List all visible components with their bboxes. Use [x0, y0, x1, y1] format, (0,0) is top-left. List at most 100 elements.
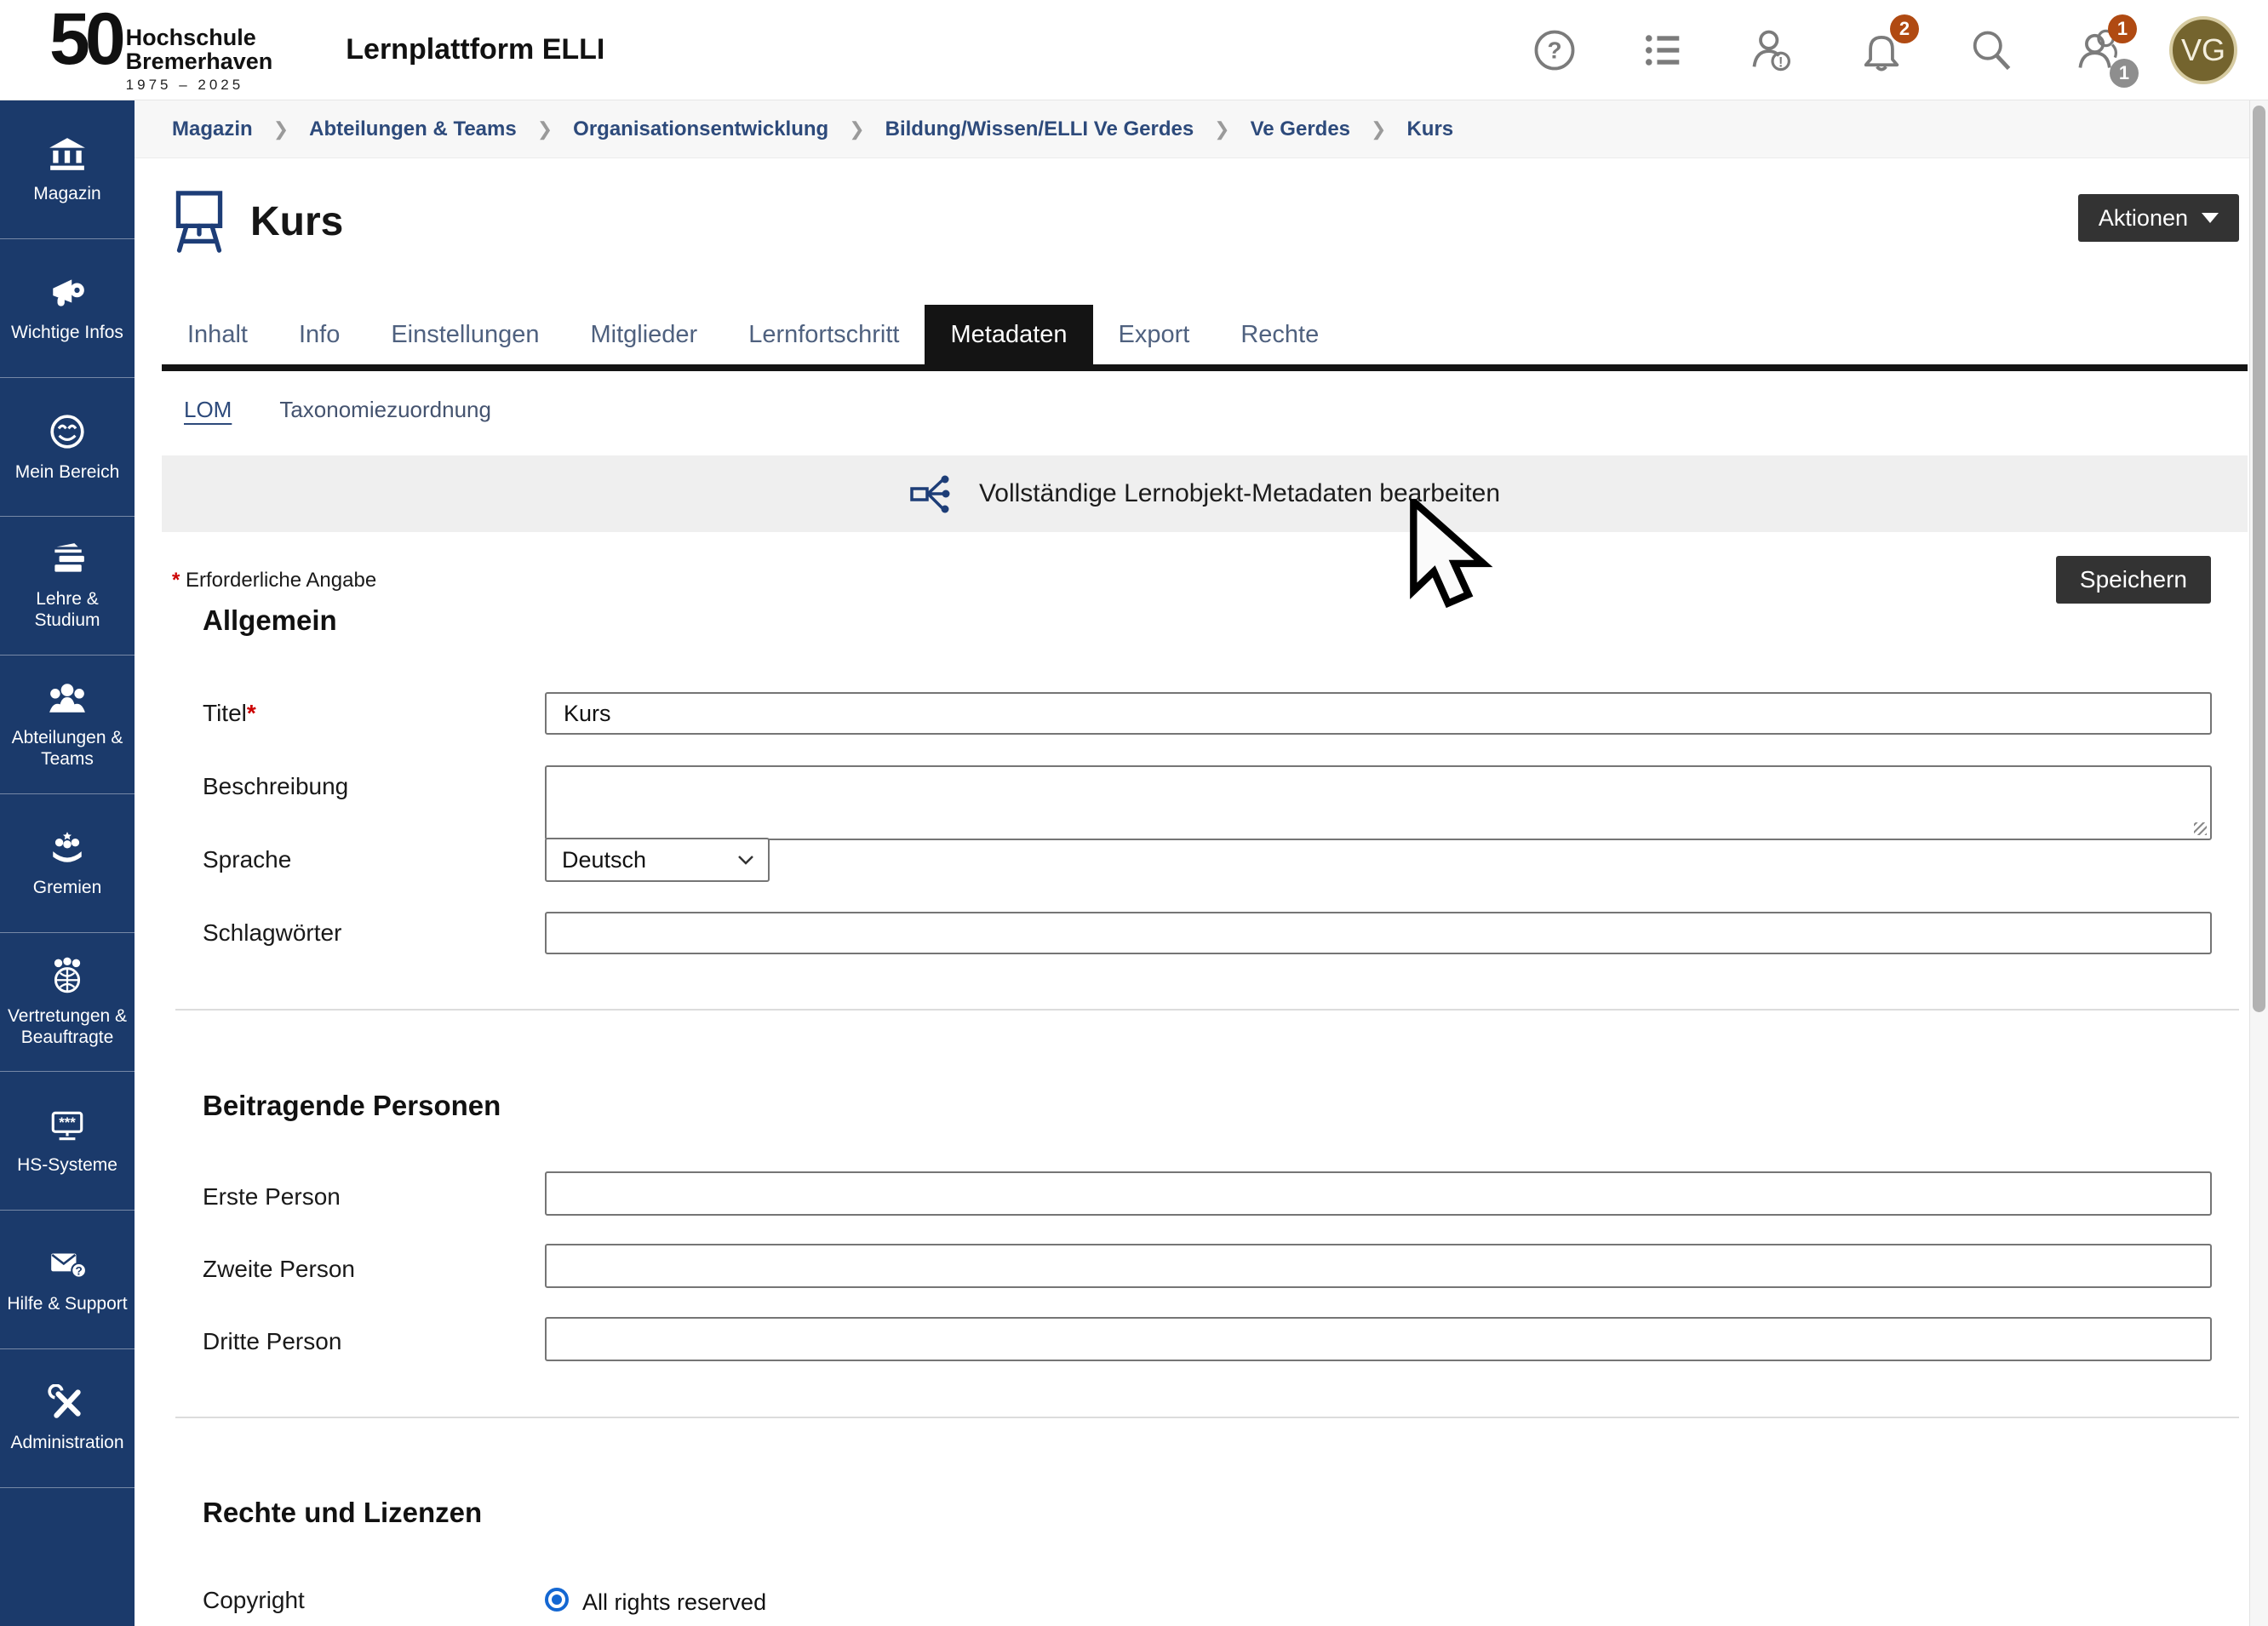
textarea-resize-handle[interactable] — [2194, 822, 2207, 835]
sub-tab-bar: LOM Taxonomiezuordnung — [184, 397, 491, 423]
tab-einstellungen[interactable]: Einstellungen — [365, 305, 564, 364]
sidebar-item-magazin[interactable]: Magazin — [0, 100, 135, 239]
notifications-badge: 2 — [1890, 14, 1919, 43]
dritte-person-input[interactable] — [545, 1317, 2212, 1361]
save-button[interactable]: Speichern — [2056, 556, 2211, 604]
field-label-dritte-person: Dritte Person — [203, 1328, 341, 1355]
tab-bar: Inhalt Info Einstellungen Mitglieder Ler… — [162, 305, 2248, 371]
breadcrumb-item[interactable]: Magazin — [172, 117, 253, 141]
sidebar-item-label: Wichtige Infos — [11, 322, 123, 343]
field-label-titel: Titel* — [203, 700, 256, 727]
subtab-taxonomiezuordnung[interactable]: Taxonomiezuordnung — [279, 397, 491, 423]
scrollbar-thumb[interactable] — [2253, 106, 2265, 1012]
contacts-badge-top: 1 — [2108, 14, 2137, 43]
user-avatar[interactable]: VG — [2169, 16, 2237, 84]
breadcrumb-item[interactable]: Bildung/Wissen/ELLI Ve Gerdes — [885, 117, 1194, 141]
sidebar-item-vertretungen-beauftragte[interactable]: Vertretungen & Beauftragte — [0, 933, 135, 1072]
erste-person-input[interactable] — [545, 1171, 2212, 1216]
vertical-scrollbar[interactable] — [2249, 100, 2268, 1626]
breadcrumb-item[interactable]: Kurs — [1406, 117, 1453, 141]
bank-icon — [48, 135, 87, 173]
breadcrumb: Magazin ❯ Abteilungen & Teams ❯ Organisa… — [135, 100, 2249, 158]
tab-inhalt[interactable]: Inhalt — [162, 305, 273, 364]
sidebar-item-label: Gremien — [33, 877, 102, 898]
help-icon[interactable]: ? — [1531, 26, 1578, 74]
chevron-down-icon — [2202, 213, 2219, 223]
tab-rechte[interactable]: Rechte — [1215, 305, 1344, 364]
sidebar-item-label: Magazin — [33, 183, 100, 204]
svg-text:***: *** — [59, 1114, 76, 1131]
field-label-copyright: Copyright — [203, 1587, 305, 1614]
required-asterisk: * — [247, 700, 256, 726]
sidebar-item-abteilungen-teams[interactable]: Abteilungen & Teams — [0, 656, 135, 794]
contacts-icon[interactable]: 1 1 — [2076, 26, 2123, 74]
tab-lernfortschritt[interactable]: Lernfortschritt — [723, 305, 925, 364]
globe-people-icon — [48, 956, 87, 995]
sidebar-item-administration[interactable]: Administration — [0, 1349, 135, 1488]
sprache-select-value: Deutsch — [562, 847, 646, 873]
schlagwoerter-input[interactable] — [545, 912, 2212, 954]
books-icon — [48, 541, 87, 578]
actions-button[interactable]: Aktionen — [2078, 194, 2239, 242]
breadcrumb-separator: ❯ — [849, 118, 864, 140]
awareness-user-icon[interactable]: ! — [1749, 26, 1796, 74]
tab-mitglieder[interactable]: Mitglieder — [564, 305, 723, 364]
svg-text:?: ? — [75, 1264, 82, 1277]
section-title-allgemein: Allgemein — [203, 604, 337, 637]
search-icon[interactable] — [1967, 26, 2014, 74]
breadcrumb-item[interactable]: Abteilungen & Teams — [309, 117, 517, 141]
hub-share-icon — [909, 472, 957, 515]
main-sidebar: Magazin Wichtige Infos Mein Bereich Lehr… — [0, 100, 135, 1626]
required-hint: * Erforderliche Angabe — [172, 569, 376, 593]
titel-input[interactable] — [545, 692, 2212, 735]
sidebar-item-label: Lehre & Studium — [5, 588, 129, 631]
svg-text:!: ! — [1778, 54, 1783, 70]
sidebar-item-label: Vertretungen & Beauftragte — [5, 1005, 129, 1048]
section-title-rechte-lizenzen: Rechte und Lizenzen — [203, 1497, 482, 1529]
breadcrumb-separator: ❯ — [537, 118, 553, 140]
monitor-icon: *** — [48, 1107, 87, 1144]
tab-export[interactable]: Export — [1093, 305, 1216, 364]
breadcrumb-item[interactable]: Organisationsentwicklung — [573, 117, 828, 141]
zweite-person-input[interactable] — [545, 1244, 2212, 1288]
sidebar-item-gremien[interactable]: Gremien — [0, 794, 135, 933]
copyright-radio-selected[interactable] — [545, 1588, 569, 1612]
logo-years: 1975 – 2025 — [126, 77, 273, 94]
banner-label: Vollständige Lernobjekt-Metadaten bearbe… — [979, 479, 1500, 508]
sprache-select[interactable]: Deutsch — [545, 838, 770, 882]
breadcrumb-item[interactable]: Ve Gerdes — [1251, 117, 1350, 141]
header-icon-bar: ? ! 2 1 1 — [1531, 0, 2123, 100]
tab-metadaten[interactable]: Metadaten — [925, 305, 1092, 364]
subtab-lom[interactable]: LOM — [184, 397, 232, 423]
notifications-bell-icon[interactable]: 2 — [1858, 26, 1905, 74]
field-label-zweite-person: Zweite Person — [203, 1256, 355, 1283]
sidebar-item-lehre-studium[interactable]: Lehre & Studium — [0, 517, 135, 656]
course-easel-icon — [172, 189, 226, 254]
sidebar-item-wichtige-infos[interactable]: Wichtige Infos — [0, 239, 135, 378]
sidebar-item-label: HS-Systeme — [17, 1154, 117, 1176]
tab-info[interactable]: Info — [273, 305, 365, 364]
sidebar-item-hilfe-support[interactable]: ? Hilfe & Support — [0, 1211, 135, 1349]
copyright-radio-label: All rights reserved — [582, 1589, 766, 1616]
section-title-beitragende-personen: Beitragende Personen — [203, 1090, 501, 1122]
breadcrumb-separator: ❯ — [273, 118, 289, 140]
mail-question-icon: ? — [48, 1245, 87, 1283]
logo-50: 50 — [49, 7, 121, 72]
sidebar-item-label: Administration — [10, 1432, 123, 1453]
edit-full-metadata-banner[interactable]: Vollständige Lernobjekt-Metadaten bearbe… — [162, 455, 2248, 532]
main-content: Magazin ❯ Abteilungen & Teams ❯ Organisa… — [135, 100, 2249, 1626]
tools-icon — [48, 1384, 87, 1422]
actions-button-label: Aktionen — [2099, 205, 2188, 232]
section-divider — [175, 1417, 2239, 1418]
field-label-beschreibung: Beschreibung — [203, 773, 348, 800]
page-title-row: Kurs — [172, 189, 343, 254]
beschreibung-textarea[interactable] — [545, 765, 2212, 840]
application-window: 50 Hochschule Bremerhaven 1975 – 2025 Le… — [0, 0, 2268, 1626]
sidebar-item-mein-bereich[interactable]: Mein Bereich — [0, 378, 135, 517]
todo-list-icon[interactable] — [1640, 26, 1687, 74]
field-label-erste-person: Erste Person — [203, 1183, 341, 1211]
breadcrumb-separator: ❯ — [1371, 118, 1386, 140]
sidebar-item-hs-systeme[interactable]: *** HS-Systeme — [0, 1072, 135, 1211]
hochschule-bremerhaven-logo: 50 Hochschule Bremerhaven 1975 – 2025 — [49, 7, 272, 94]
logo-name-line2: Bremerhaven — [126, 49, 273, 73]
